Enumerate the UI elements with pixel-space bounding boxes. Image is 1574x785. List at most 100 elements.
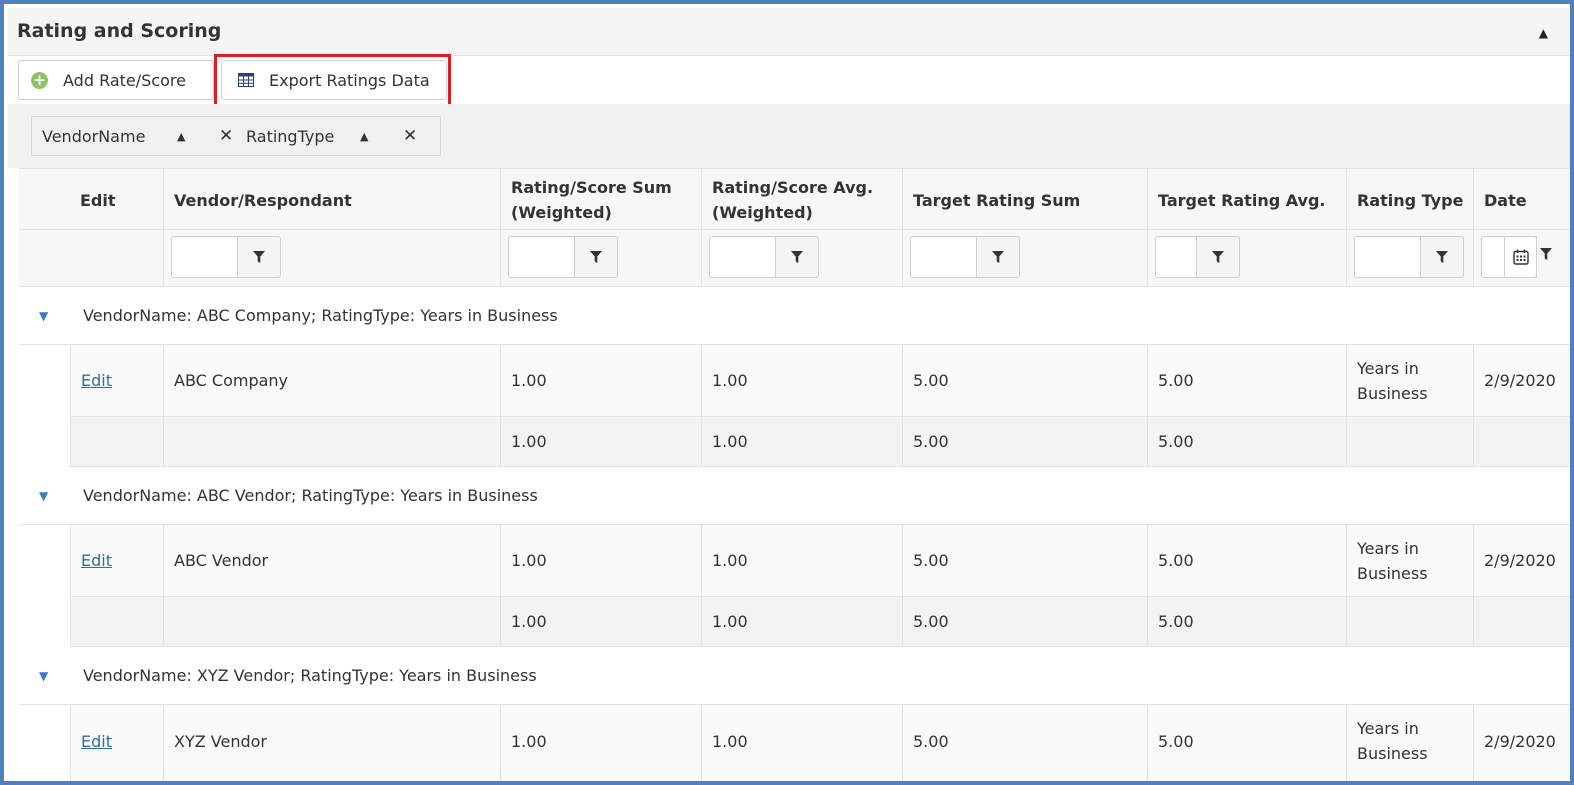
cell-empty bbox=[163, 597, 500, 646]
column-header-rating-type[interactable]: Rating Type bbox=[1346, 169, 1473, 231]
column-label: Rating Type bbox=[1357, 190, 1464, 210]
total-target-sum: 5.00 bbox=[902, 417, 1147, 466]
filter-funnel-icon bbox=[1212, 250, 1224, 263]
group-footer-row: 1.00 1.00 5.00 5.00 bbox=[19, 597, 1570, 647]
group-header-row[interactable]: ▼ VendorName: ABC Vendor; RatingType: Ye… bbox=[19, 467, 1570, 525]
group-chip-ratingtype[interactable]: RatingType bbox=[246, 127, 334, 146]
column-label: Target Rating Sum bbox=[913, 190, 1081, 210]
filter-button[interactable] bbox=[1421, 236, 1464, 278]
edit-link[interactable]: Edit bbox=[81, 729, 112, 754]
cell-edit: Edit bbox=[70, 345, 163, 416]
filter-funnel-icon bbox=[253, 250, 265, 263]
group-indent bbox=[19, 705, 70, 781]
filter-cell-edit bbox=[70, 230, 163, 287]
filter-input-sum-weighted[interactable] bbox=[508, 236, 575, 278]
cell-empty bbox=[163, 417, 500, 466]
date-picker-button[interactable] bbox=[1504, 236, 1537, 278]
column-header-edit[interactable]: Edit bbox=[70, 169, 163, 231]
group-header-row[interactable]: ▼ VendorName: ABC Company; RatingType: Y… bbox=[19, 287, 1570, 345]
group-panel: VendorName ▲ ✕ RatingType ▲ ✕ bbox=[8, 104, 1570, 168]
group-caption: VendorName: ABC Vendor; RatingType: Year… bbox=[83, 486, 538, 505]
filter-button[interactable] bbox=[977, 236, 1020, 278]
expand-caret-icon[interactable]: ▼ bbox=[39, 489, 48, 503]
cell-target-avg: 5.00 bbox=[1147, 525, 1346, 596]
cell-avg-weighted: 1.00 bbox=[701, 345, 902, 416]
highlight-box bbox=[214, 54, 451, 108]
total-target-sum: 5.00 bbox=[902, 597, 1147, 646]
group-footer-row: 1.00 1.00 5.00 5.00 bbox=[19, 417, 1570, 467]
cell-rating-type: Years in Business bbox=[1346, 705, 1473, 781]
column-header-target-avg[interactable]: Target Rating Avg. bbox=[1147, 169, 1346, 231]
filter-cell-avg-weighted bbox=[701, 230, 902, 287]
app-frame: Rating and Scoring ▲ + Add Rate/Score Ex… bbox=[0, 0, 1574, 785]
filter-input-target-avg[interactable] bbox=[1155, 236, 1197, 278]
calendar-icon bbox=[1512, 249, 1529, 265]
filter-button[interactable] bbox=[575, 236, 618, 278]
cell-vendor: ABC Vendor bbox=[163, 525, 500, 596]
group-chips: VendorName ▲ ✕ RatingType ▲ ✕ bbox=[31, 116, 441, 156]
total-target-avg: 5.00 bbox=[1147, 417, 1346, 466]
filter-input-rating-type[interactable] bbox=[1354, 236, 1421, 278]
filter-button[interactable] bbox=[238, 236, 281, 278]
edit-link[interactable]: Edit bbox=[81, 368, 112, 393]
filter-funnel-icon bbox=[590, 250, 602, 263]
filter-button[interactable] bbox=[1197, 236, 1240, 278]
cell-empty bbox=[1346, 597, 1473, 646]
filter-row bbox=[19, 230, 1570, 287]
collapse-up-icon[interactable]: ▲ bbox=[1539, 26, 1548, 40]
column-header-avg-weighted[interactable]: Rating/Score Avg. (Weighted) bbox=[701, 169, 902, 231]
filter-funnel-icon bbox=[1436, 250, 1448, 263]
sort-asc-icon[interactable]: ▲ bbox=[360, 130, 368, 143]
cell-sum-weighted: 1.00 bbox=[500, 525, 701, 596]
remove-group-icon[interactable]: ✕ bbox=[219, 126, 233, 146]
cell-vendor: ABC Company bbox=[163, 345, 500, 416]
cell-date: 2/9/2020 bbox=[1473, 345, 1570, 416]
table-row: Edit ABC Vendor 1.00 1.00 5.00 5.00 Year… bbox=[19, 525, 1570, 597]
filter-input-target-sum[interactable] bbox=[910, 236, 977, 278]
column-header-date[interactable]: Date bbox=[1473, 169, 1570, 231]
filter-button[interactable] bbox=[776, 236, 819, 278]
filter-cell-target-avg bbox=[1147, 230, 1346, 287]
group-header-row[interactable]: ▼ VendorName: XYZ Vendor; RatingType: Ye… bbox=[19, 647, 1570, 705]
cell-target-sum: 5.00 bbox=[902, 345, 1147, 416]
cell-target-sum: 5.00 bbox=[902, 705, 1147, 781]
total-avg-weighted: 1.00 bbox=[701, 597, 902, 646]
cell-empty bbox=[70, 597, 163, 646]
column-header-vendor[interactable]: Vendor/Respondant bbox=[163, 169, 500, 231]
expand-caret-icon[interactable]: ▼ bbox=[39, 309, 48, 323]
table-row: Edit ABC Company 1.00 1.00 5.00 5.00 Yea… bbox=[19, 345, 1570, 417]
remove-group-icon[interactable]: ✕ bbox=[403, 126, 417, 146]
filter-cell-rating-type bbox=[1346, 230, 1473, 287]
edit-link[interactable]: Edit bbox=[81, 548, 112, 573]
total-sum-weighted: 1.00 bbox=[500, 417, 701, 466]
filter-cell-date bbox=[1473, 230, 1570, 287]
column-label: Rating/Score Sum (Weighted) bbox=[511, 178, 672, 222]
cell-avg-weighted: 1.00 bbox=[701, 705, 902, 781]
column-header-sum-weighted[interactable]: Rating/Score Sum (Weighted) bbox=[500, 169, 701, 231]
column-header-target-sum[interactable]: Target Rating Sum bbox=[902, 169, 1147, 231]
sort-asc-icon[interactable]: ▲ bbox=[177, 130, 185, 143]
column-label: Date bbox=[1484, 190, 1527, 210]
filter-funnel-icon bbox=[791, 250, 803, 263]
cell-avg-weighted: 1.00 bbox=[701, 525, 902, 596]
total-sum-weighted: 1.00 bbox=[500, 597, 701, 646]
filter-cell-vendor bbox=[163, 230, 500, 287]
cell-date: 2/9/2020 bbox=[1473, 705, 1570, 781]
cell-target-avg: 5.00 bbox=[1147, 345, 1346, 416]
add-rate-score-button[interactable]: + Add Rate/Score bbox=[18, 60, 214, 100]
filter-input-vendor[interactable] bbox=[171, 236, 238, 278]
cell-target-avg: 5.00 bbox=[1147, 705, 1346, 781]
cell-empty bbox=[1473, 597, 1570, 646]
group-chip-vendorname[interactable]: VendorName bbox=[42, 127, 145, 146]
filter-input-avg-weighted[interactable] bbox=[709, 236, 776, 278]
column-label: Vendor/Respondant bbox=[174, 190, 352, 210]
table-row: Edit XYZ Vendor 1.00 1.00 5.00 5.00 Year… bbox=[19, 705, 1570, 781]
cell-date: 2/9/2020 bbox=[1473, 525, 1570, 596]
filter-funnel-icon[interactable] bbox=[1540, 246, 1552, 265]
plus-circle-icon: + bbox=[31, 71, 48, 89]
cell-empty bbox=[1473, 417, 1570, 466]
cell-edit: Edit bbox=[70, 705, 163, 781]
expand-caret-icon[interactable]: ▼ bbox=[39, 669, 48, 683]
cell-sum-weighted: 1.00 bbox=[500, 705, 701, 781]
panel-title: Rating and Scoring bbox=[17, 20, 222, 42]
